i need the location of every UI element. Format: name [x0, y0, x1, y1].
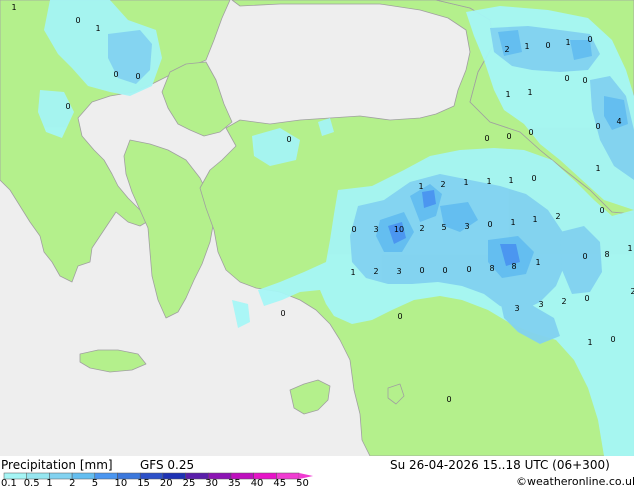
value-label: 0	[286, 135, 291, 144]
value-label: 1	[463, 178, 468, 187]
legend-label: 10	[114, 478, 128, 489]
legend-label: 1	[46, 478, 53, 489]
value-label: 0	[587, 35, 592, 44]
map-title: Precipitation [mm]	[1, 458, 113, 472]
value-label: 3	[538, 300, 543, 309]
value-label: 10	[394, 225, 404, 234]
legend-label: 0.1	[1, 478, 17, 489]
value-label: 8	[511, 262, 516, 271]
value-label: 3	[373, 225, 378, 234]
value-label: 0	[582, 76, 587, 85]
value-label: 4	[616, 117, 621, 126]
value-label: 0	[528, 128, 533, 137]
value-label: 0	[564, 74, 569, 83]
value-label: 0	[531, 174, 536, 183]
value-label: 0	[545, 41, 550, 50]
value-label: 3	[464, 222, 469, 231]
value-label: 1	[510, 218, 515, 227]
value-label: 1	[95, 24, 100, 33]
value-label: 0	[135, 72, 140, 81]
valid-time: Su 26-04-2026 15..18 UTC (06+300)	[390, 458, 610, 472]
value-label: 1	[595, 164, 600, 173]
value-label: 1	[524, 42, 529, 51]
legend-label: 0.5	[23, 478, 40, 489]
legend-label: 5	[91, 478, 99, 489]
value-label: 1	[505, 90, 510, 99]
legend-label: 2	[69, 478, 76, 489]
value-label: 0	[582, 252, 587, 261]
value-label: 0	[484, 134, 489, 143]
value-label: 0	[280, 309, 285, 318]
value-label: 0	[113, 70, 118, 79]
value-label: 3	[396, 267, 401, 276]
value-label: 0	[466, 265, 471, 274]
value-label: 1	[508, 176, 513, 185]
value-label: 1	[350, 268, 355, 277]
value-label: 2	[373, 267, 378, 276]
legend-label: 45	[273, 478, 287, 489]
value-label: 2	[504, 45, 509, 54]
precipitation-map: 1010 002 1 0 1 00 01 1040 0 0 011 2 1 1 1 000 3 10 2 5 3 0 1 1 2…	[0, 0, 634, 456]
legend-label: 15	[137, 478, 150, 489]
value-label: 0	[397, 312, 402, 321]
value-label: 0	[65, 102, 70, 111]
value-label: 0	[487, 220, 492, 229]
value-label: 1	[627, 244, 632, 253]
value-label: 0	[595, 122, 600, 131]
value-label: 0	[610, 335, 615, 344]
value-label: 1	[486, 177, 491, 186]
value-label: 3	[514, 304, 519, 313]
legend-label: 25	[182, 478, 196, 489]
legend-label: 30	[205, 478, 219, 489]
credit-link[interactable]: ©weatheronline.co.uk	[516, 475, 634, 488]
value-label: 2	[555, 212, 560, 221]
value-label: 0	[446, 395, 451, 404]
value-label: 1	[418, 182, 423, 191]
legend-label: 35	[228, 478, 241, 489]
value-label: 1	[565, 38, 570, 47]
value-label: 1	[532, 215, 537, 224]
value-label: 2	[561, 297, 566, 306]
legend-label: 20	[159, 478, 173, 489]
value-label: 1	[527, 88, 532, 97]
value-label: 0	[442, 266, 447, 275]
value-label: 2	[630, 287, 634, 296]
value-label: 1	[11, 3, 16, 12]
value-label: 0	[506, 132, 511, 141]
value-label: 0	[584, 294, 589, 303]
value-label: 1	[587, 338, 592, 347]
value-label: 0	[419, 266, 424, 275]
model-name: GFS 0.25	[140, 458, 195, 472]
legend-label: 50	[296, 478, 309, 489]
value-label: 5	[441, 223, 446, 232]
value-label: 2	[440, 180, 445, 189]
value-label: 0	[351, 225, 356, 234]
value-label: 0	[75, 16, 80, 25]
value-label: 0	[599, 206, 604, 215]
value-label: 8	[604, 250, 609, 259]
value-label: 8	[489, 264, 494, 273]
legend-label: 40	[250, 478, 264, 489]
value-label: 2	[419, 224, 424, 233]
value-label: 1	[535, 258, 540, 267]
